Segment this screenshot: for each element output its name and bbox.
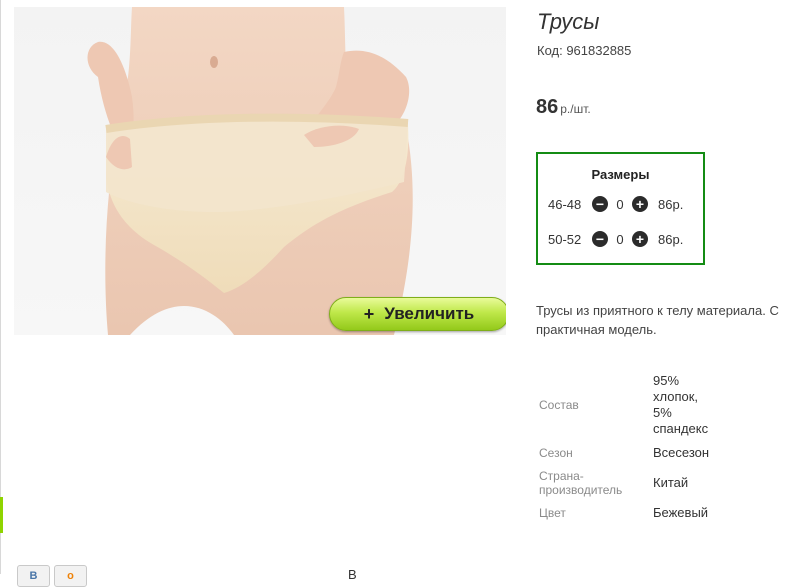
specs-table: Состав 95% хлопок, 5% спандекс Сезон Все… xyxy=(536,372,733,528)
spec-value-line: 95% xyxy=(653,373,680,388)
size-price: 86р. xyxy=(658,196,684,212)
size-label: 50-52 xyxy=(548,231,582,247)
spec-value-line: 5% xyxy=(653,405,672,420)
size-quantity[interactable]: 0 xyxy=(608,232,632,247)
sizes-header: Размеры xyxy=(591,167,650,182)
product-description: Трусы из приятного к телу материала. С п… xyxy=(536,301,798,339)
spec-value-line: хлопок, xyxy=(653,389,699,404)
zoom-button[interactable]: + Увеличить xyxy=(329,297,506,331)
size-quantity[interactable]: 0 xyxy=(608,197,632,212)
spec-row: Цвет Бежевый xyxy=(536,498,733,528)
price-unit: р./шт. xyxy=(560,102,591,116)
minus-circle-icon[interactable]: − xyxy=(592,231,608,247)
spec-row: Состав 95% хлопок, 5% спандекс xyxy=(536,372,733,438)
plus-icon: + xyxy=(363,303,375,324)
spec-value: Бежевый xyxy=(653,505,709,520)
size-label: 46-48 xyxy=(548,196,582,212)
description-line: практичная модель. xyxy=(536,322,657,337)
plus-circle-icon[interactable]: + xyxy=(632,231,648,247)
spec-key-line: производитель xyxy=(539,483,623,497)
spec-key: Цвет xyxy=(539,506,566,520)
spec-value: Китай xyxy=(653,475,689,490)
price-value: 86 xyxy=(536,96,559,118)
spec-row: Сезон Всесезон xyxy=(536,438,733,468)
spec-value: Всесезон xyxy=(653,445,710,460)
bottom-cut-text: В xyxy=(348,567,357,582)
minus-circle-icon[interactable]: − xyxy=(592,196,608,212)
spec-row: Страна- производитель Китай xyxy=(536,468,733,498)
size-row: 50-52 − 0 + 86р. xyxy=(548,229,683,249)
description-line: Трусы из приятного к телу материала. С xyxy=(536,303,779,318)
spec-value: 95% хлопок, 5% спандекс xyxy=(653,372,733,438)
size-price: 86р. xyxy=(658,231,684,247)
product-photo[interactable]: + Увеличить xyxy=(14,7,506,335)
sizes-box: Размеры 46-48 − 0 + 86р. 50-52 − 0 + 86р… xyxy=(536,152,705,265)
spec-key: Страна- производитель xyxy=(536,468,653,498)
zoom-button-label: Увеличить xyxy=(384,304,475,323)
vk-icon[interactable]: B xyxy=(17,565,50,587)
product-title: Трусы xyxy=(537,9,600,34)
side-accent xyxy=(0,497,3,533)
spec-key: Сезон xyxy=(539,446,573,460)
size-row: 46-48 − 0 + 86р. xyxy=(548,194,683,214)
plus-circle-icon[interactable]: + xyxy=(632,196,648,212)
spec-key-line: Страна- xyxy=(539,469,584,483)
product-code: Код: 961832885 xyxy=(537,43,632,58)
product-image xyxy=(87,7,413,335)
left-border xyxy=(0,0,1,574)
product-price: 86 р./шт. xyxy=(536,96,591,119)
spec-value-line: спандекс xyxy=(653,421,709,436)
spec-key: Состав xyxy=(539,398,579,412)
social-buttons: B o xyxy=(17,565,87,587)
ok-icon[interactable]: o xyxy=(54,565,87,587)
